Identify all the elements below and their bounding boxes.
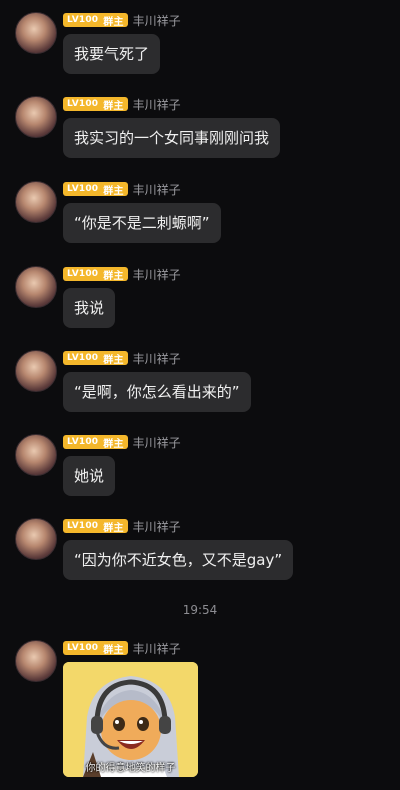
level-badge: LV100 群主 (63, 351, 128, 366)
sender-name[interactable]: 丰川祥子 (133, 350, 181, 367)
level-badge: LV100 群主 (63, 13, 128, 28)
sender-name[interactable]: 丰川祥子 (133, 640, 181, 657)
timestamp: 19:54 (182, 603, 218, 617)
avatar[interactable] (15, 12, 57, 54)
message-bubble[interactable]: 她说 (63, 456, 116, 496)
level-badge: LV100 群主 (63, 435, 128, 450)
message-bubble[interactable]: 我实习的一个女同事刚刚问我 (63, 118, 281, 158)
message-bubble[interactable]: “是啊，你怎么看出来的” (63, 372, 251, 412)
sender-meta: LV100 群主 丰川祥子 (63, 518, 181, 534)
level-badge: LV100 群主 (63, 97, 128, 112)
avatar[interactable] (15, 96, 57, 138)
message-bubble[interactable]: 我说 (63, 288, 116, 328)
sender-name[interactable]: 丰川祥子 (133, 181, 181, 198)
avatar[interactable] (15, 434, 57, 476)
avatar[interactable] (15, 640, 57, 682)
sender-meta: LV100 群主 丰川祥子 (63, 96, 181, 112)
sender-meta: LV100 群主 丰川祥子 (63, 350, 181, 366)
level-badge: LV100 群主 (63, 267, 128, 282)
message-bubble[interactable]: “你是不是二刺螈啊” (63, 203, 221, 243)
sender-name[interactable]: 丰川祥子 (133, 96, 181, 113)
sender-meta: LV100 群主 丰川祥子 (63, 181, 181, 197)
sticker-image[interactable]: 你的得意地笑的样子 (63, 662, 198, 777)
sender-meta: LV100 群主 丰川祥子 (63, 434, 181, 450)
level-badge: LV100 群主 (63, 641, 128, 656)
avatar[interactable] (15, 181, 57, 223)
avatar[interactable] (15, 266, 57, 308)
avatar[interactable] (15, 350, 57, 392)
sender-meta: LV100 群主 丰川祥子 (63, 640, 181, 656)
sender-meta: LV100 群主 丰川祥子 (63, 266, 181, 282)
sender-meta: LV100 群主 丰川祥子 (63, 12, 181, 28)
chat-screen: { "sender": { "name": "丰川祥子", "level": "… (0, 0, 400, 790)
sender-name[interactable]: 丰川祥子 (133, 266, 181, 283)
sender-name[interactable]: 丰川祥子 (133, 12, 181, 29)
sender-name[interactable]: 丰川祥子 (133, 518, 181, 535)
message-bubble[interactable]: 我要气死了 (63, 34, 161, 74)
message-bubble[interactable]: “因为你不近女色，又不是gay” (63, 540, 294, 580)
avatar[interactable] (15, 518, 57, 560)
level-badge: LV100 群主 (63, 519, 128, 534)
level-badge: LV100 群主 (63, 182, 128, 197)
sticker-caption: 你的得意地笑的样子 (85, 763, 176, 774)
sender-name[interactable]: 丰川祥子 (133, 434, 181, 451)
